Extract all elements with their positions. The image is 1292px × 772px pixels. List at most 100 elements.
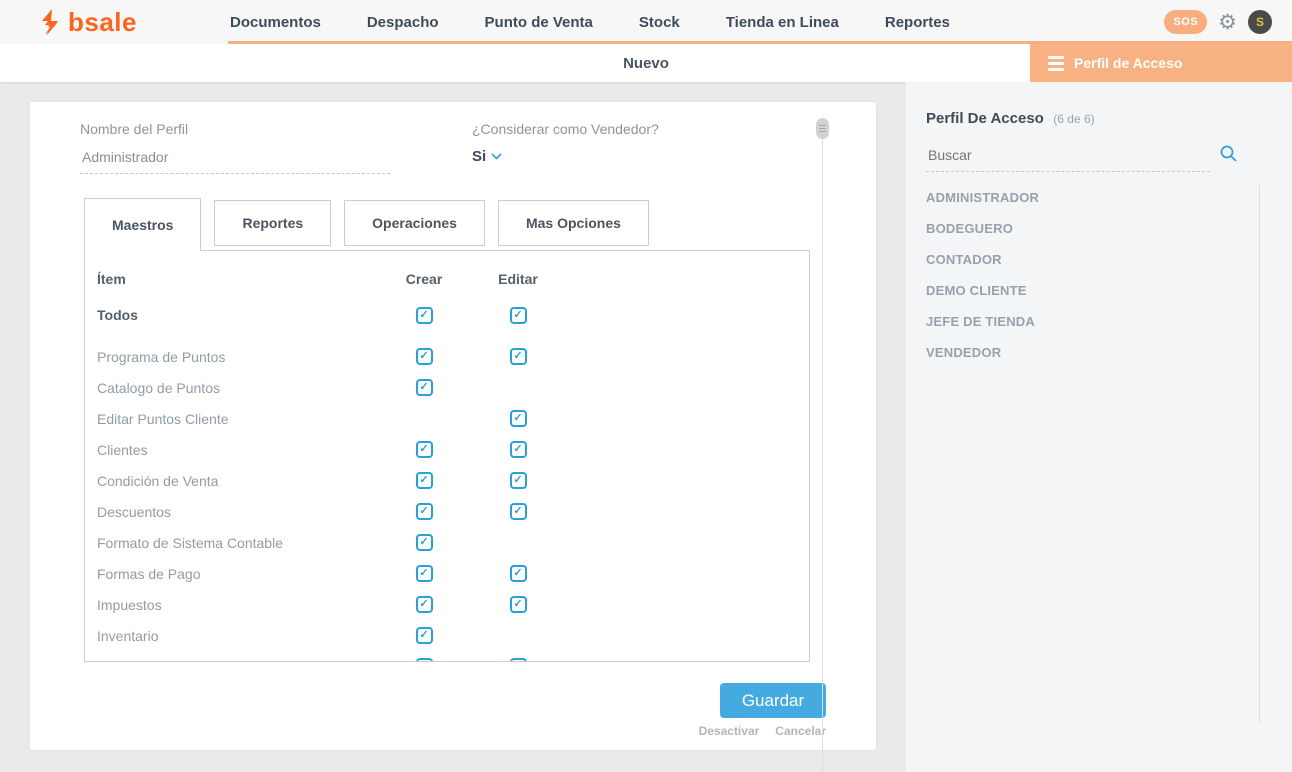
brand-name: bsale <box>68 9 137 35</box>
editar-checkbox-checked[interactable]: ✓ <box>510 503 527 520</box>
crear-checkbox-checked[interactable]: ✓ <box>416 658 433 662</box>
editar-checkbox-checked[interactable]: ✓ <box>510 658 527 662</box>
editar-checkbox-checked[interactable]: ✓ <box>510 441 527 458</box>
crear-checkbox-checked[interactable]: ✓ <box>416 472 433 489</box>
user-avatar[interactable]: S <box>1248 10 1272 34</box>
permission-row: Editar Puntos Cliente ✓ <box>85 403 809 434</box>
permission-item-label: Todos <box>97 307 377 323</box>
card-scrollbar-thumb[interactable] <box>816 118 829 139</box>
cancel-link[interactable]: Cancelar <box>775 724 826 738</box>
permission-item-label: Formas de Pago <box>97 566 377 582</box>
secondary-actions: Desactivar Cancelar <box>30 724 826 738</box>
panel-header-title: Perfil de Acceso <box>1074 55 1182 71</box>
sidebar-title-row: Perfil De Acceso (6 de 6) <box>926 110 1095 128</box>
permission-row: Inventario ✓ <box>85 620 809 651</box>
profile-name-label: Nombre del Perfil <box>80 121 188 137</box>
editar-checkbox-checked[interactable]: ✓ <box>510 565 527 582</box>
col-item-header: Ítem <box>97 271 377 287</box>
vendor-question-label: ¿Considerar como Vendedor? <box>472 121 659 137</box>
permission-item-label: Catalogo de Puntos <box>97 380 377 396</box>
permission-item-label: Condición de Venta <box>97 473 377 489</box>
editar-checkbox-checked[interactable]: ✓ <box>510 410 527 427</box>
nav-item-tienda-en-linea[interactable]: Tienda en Linea <box>726 14 839 31</box>
permission-row: Formas de Pago ✓ ✓ <box>85 558 809 589</box>
tab-nuevo[interactable]: Nuevo <box>0 44 1030 82</box>
sidebar-search <box>926 144 1238 172</box>
vendor-selected-value: Si <box>472 148 486 165</box>
permissions-header-row: Ítem Crear Editar <box>85 261 809 297</box>
permission-row: Todos ✓ ✓ <box>85 297 809 333</box>
profile-list-item-administrador[interactable]: ADMINISTRADOR <box>926 182 1246 213</box>
editar-checkbox-checked[interactable]: ✓ <box>510 307 527 324</box>
permission-item-label: Formato de Sistema Contable <box>97 535 377 551</box>
profile-editor-card: Nombre del Perfil ¿Considerar como Vende… <box>30 102 876 750</box>
sidebar-count: (6 de 6) <box>1053 112 1094 126</box>
crear-checkbox-checked[interactable]: ✓ <box>416 503 433 520</box>
panel-header-perfil-de-acceso[interactable]: Perfil de Acceso <box>1030 44 1292 82</box>
permission-row: Impuestos ✓ ✓ <box>85 589 809 620</box>
permission-item-label: Impuestos <box>97 597 377 613</box>
col-create-header: Crear <box>406 271 443 287</box>
sidebar-title: Perfil De Acceso <box>926 110 1044 127</box>
sos-button[interactable]: SOS <box>1164 10 1207 34</box>
permission-item-label: Programa de Puntos <box>97 349 377 365</box>
gear-icon[interactable]: ⚙ <box>1218 12 1237 33</box>
permission-row: Clientes ✓ ✓ <box>85 434 809 465</box>
permission-row: ✓✓ <box>85 651 809 662</box>
permission-item-label: Inventario <box>97 628 377 644</box>
permission-row: Programa de Puntos ✓ ✓ <box>85 341 809 372</box>
profile-list-item-bodeguero[interactable]: BODEGUERO <box>926 213 1246 244</box>
sidebar-scrollbar-track <box>1259 185 1260 722</box>
nav-item-documentos[interactable]: Documentos <box>230 14 321 31</box>
permissions-panel: Ítem Crear Editar Todos✓✓Programa de Pun… <box>84 250 810 662</box>
nav-right-group: SOS ⚙ S <box>1164 10 1292 34</box>
col-edit-header: Editar <box>498 271 538 287</box>
nav-item-stock[interactable]: Stock <box>639 14 680 31</box>
deactivate-link[interactable]: Desactivar <box>699 724 760 738</box>
nav-item-punto-de-venta[interactable]: Punto de Venta <box>485 14 593 31</box>
tab-maestros[interactable]: Maestros <box>84 198 201 251</box>
card-scrollbar-track <box>822 120 823 772</box>
search-input[interactable] <box>926 144 1210 172</box>
crear-checkbox-checked[interactable]: ✓ <box>416 596 433 613</box>
save-button[interactable]: Guardar <box>720 683 826 718</box>
crear-checkbox-checked[interactable]: ✓ <box>416 348 433 365</box>
profile-name-input[interactable] <box>80 146 390 174</box>
profile-list-item-contador[interactable]: CONTADOR <box>926 244 1246 275</box>
permission-row: Descuentos ✓ ✓ <box>85 496 809 527</box>
top-navbar: bsale Documentos Despacho Punto de Venta St… <box>0 0 1292 44</box>
permission-row: Condición de Venta ✓ ✓ <box>85 465 809 496</box>
profile-list-item-vendedor[interactable]: VENDEDOR <box>926 337 1246 368</box>
bsale-logo: bsale <box>0 8 230 36</box>
tab-mas-opciones[interactable]: Mas Opciones <box>498 200 649 246</box>
profiles-sidebar: Perfil De Acceso (6 de 6) ADMINISTRADORB… <box>906 82 1292 772</box>
nav-item-despacho[interactable]: Despacho <box>367 14 439 31</box>
permission-item-label: Clientes <box>97 442 377 458</box>
vendor-select[interactable]: Si <box>472 148 502 165</box>
tab-operaciones[interactable]: Operaciones <box>344 200 485 246</box>
tab-reportes[interactable]: Reportes <box>214 200 331 246</box>
crear-checkbox-checked[interactable]: ✓ <box>416 379 433 396</box>
crear-checkbox-checked[interactable]: ✓ <box>416 307 433 324</box>
search-icon[interactable] <box>1219 144 1238 168</box>
profiles-list: ADMINISTRADORBODEGUEROCONTADORDEMO CLIEN… <box>926 182 1246 368</box>
sub-bar: Nuevo Perfil de Acceso <box>0 44 1292 82</box>
hamburger-icon <box>1048 56 1064 71</box>
editar-checkbox-checked[interactable]: ✓ <box>510 596 527 613</box>
bsale-bolt-icon <box>38 8 62 36</box>
permission-row: Catalogo de Puntos ✓ <box>85 372 809 403</box>
permission-item-label: Editar Puntos Cliente <box>97 411 377 427</box>
crear-checkbox-checked[interactable]: ✓ <box>416 441 433 458</box>
profile-list-item-demo-cliente[interactable]: DEMO CLIENTE <box>926 275 1246 306</box>
chevron-down-icon <box>491 153 502 160</box>
editar-checkbox-checked[interactable]: ✓ <box>510 472 527 489</box>
nav-item-reportes[interactable]: Reportes <box>885 14 950 31</box>
permission-item-label: Descuentos <box>97 504 377 520</box>
profile-list-item-jefe-de-tienda[interactable]: JEFE DE TIENDA <box>926 306 1246 337</box>
main-menu: Documentos Despacho Punto de Venta Stock Tie… <box>230 14 950 31</box>
crear-checkbox-checked[interactable]: ✓ <box>416 627 433 644</box>
editar-checkbox-checked[interactable]: ✓ <box>510 348 527 365</box>
crear-checkbox-checked[interactable]: ✓ <box>416 565 433 582</box>
crear-checkbox-checked[interactable]: ✓ <box>416 534 433 551</box>
permission-tabs: Maestros Reportes Operaciones Mas Opciones <box>84 198 649 251</box>
